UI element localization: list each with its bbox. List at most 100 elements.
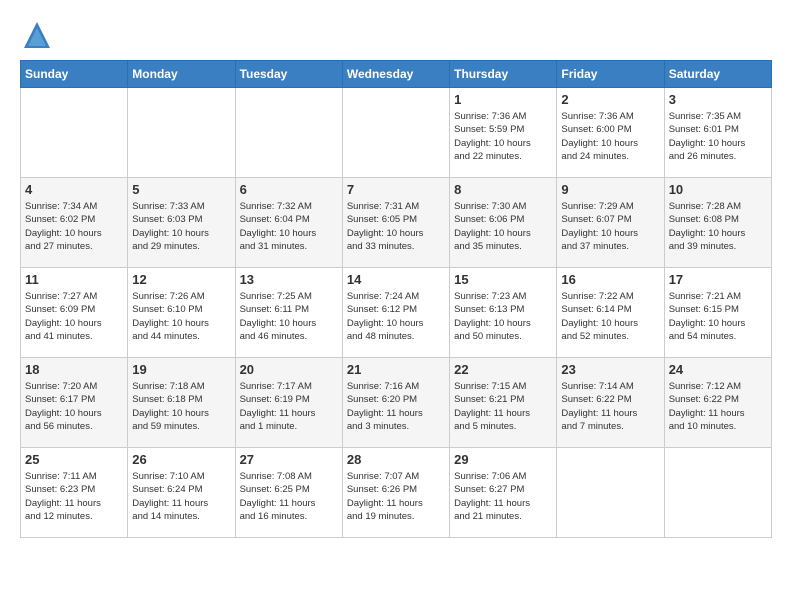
day-cell: 8 Sunrise: 7:30 AM Sunset: 6:06 PM Daylig… <box>450 178 557 268</box>
day-number: 11 <box>25 272 123 287</box>
day-cell: 17 Sunrise: 7:21 AM Sunset: 6:15 PM Dayli… <box>664 268 771 358</box>
header-monday: Monday <box>128 61 235 88</box>
day-cell: 25 Sunrise: 7:11 AM Sunset: 6:23 PM Dayli… <box>21 448 128 538</box>
day-cell <box>128 88 235 178</box>
day-info: Sunrise: 7:12 AM Sunset: 6:22 PM Dayligh… <box>669 380 767 433</box>
day-number: 21 <box>347 362 445 377</box>
day-info: Sunrise: 7:15 AM Sunset: 6:21 PM Dayligh… <box>454 380 552 433</box>
day-info: Sunrise: 7:08 AM Sunset: 6:25 PM Dayligh… <box>240 470 338 523</box>
week-row-5: 25 Sunrise: 7:11 AM Sunset: 6:23 PM Dayli… <box>21 448 772 538</box>
logo <box>20 20 52 50</box>
day-cell: 28Sunrise: 7:07 AM Sunset: 6:26 PM Dayli… <box>342 448 449 538</box>
day-number: 23 <box>561 362 659 377</box>
day-number: 6 <box>240 182 338 197</box>
header-wednesday: Wednesday <box>342 61 449 88</box>
day-info: Sunrise: 7:18 AM Sunset: 6:18 PM Dayligh… <box>132 380 230 433</box>
day-number: 12 <box>132 272 230 287</box>
week-row-3: 11Sunrise: 7:27 AM Sunset: 6:09 PM Dayli… <box>21 268 772 358</box>
day-number: 14 <box>347 272 445 287</box>
header-saturday: Saturday <box>664 61 771 88</box>
week-row-1: 1Sunrise: 7:36 AM Sunset: 5:59 PM Daylig… <box>21 88 772 178</box>
calendar-table: SundayMondayTuesdayWednesdayThursdayFrid… <box>20 60 772 538</box>
day-number: 8 <box>454 182 552 197</box>
day-number: 19 <box>132 362 230 377</box>
day-info: Sunrise: 7:20 AM Sunset: 6:17 PM Dayligh… <box>25 380 123 433</box>
header-tuesday: Tuesday <box>235 61 342 88</box>
day-info: Sunrise: 7:31 AM Sunset: 6:05 PM Dayligh… <box>347 200 445 253</box>
day-info: Sunrise: 7:17 AM Sunset: 6:19 PM Dayligh… <box>240 380 338 433</box>
day-number: 29 <box>454 452 552 467</box>
day-cell: 6 Sunrise: 7:32 AM Sunset: 6:04 PM Daylig… <box>235 178 342 268</box>
day-info: Sunrise: 7:25 AM Sunset: 6:11 PM Dayligh… <box>240 290 338 343</box>
day-cell: 15 Sunrise: 7:23 AM Sunset: 6:13 PM Dayli… <box>450 268 557 358</box>
header-sunday: Sunday <box>21 61 128 88</box>
day-cell: 24Sunrise: 7:12 AM Sunset: 6:22 PM Dayli… <box>664 358 771 448</box>
logo-text <box>20 20 52 50</box>
day-cell <box>664 448 771 538</box>
day-number: 10 <box>669 182 767 197</box>
day-number: 3 <box>669 92 767 107</box>
day-cell: 20 Sunrise: 7:17 AM Sunset: 6:19 PM Dayli… <box>235 358 342 448</box>
calendar-header-row: SundayMondayTuesdayWednesdayThursdayFrid… <box>21 61 772 88</box>
day-info: Sunrise: 7:36 AM Sunset: 6:00 PM Dayligh… <box>561 110 659 163</box>
day-number: 17 <box>669 272 767 287</box>
day-info: Sunrise: 7:32 AM Sunset: 6:04 PM Dayligh… <box>240 200 338 253</box>
logo-icon <box>22 20 52 50</box>
day-number: 2 <box>561 92 659 107</box>
day-info: Sunrise: 7:33 AM Sunset: 6:03 PM Dayligh… <box>132 200 230 253</box>
day-cell: 29 Sunrise: 7:06 AM Sunset: 6:27 PM Dayli… <box>450 448 557 538</box>
day-cell <box>21 88 128 178</box>
day-cell: 4 Sunrise: 7:34 AM Sunset: 6:02 PM Daylig… <box>21 178 128 268</box>
day-info: Sunrise: 7:29 AM Sunset: 6:07 PM Dayligh… <box>561 200 659 253</box>
day-info: Sunrise: 7:21 AM Sunset: 6:15 PM Dayligh… <box>669 290 767 343</box>
day-info: Sunrise: 7:11 AM Sunset: 6:23 PM Dayligh… <box>25 470 123 523</box>
day-number: 22 <box>454 362 552 377</box>
day-number: 20 <box>240 362 338 377</box>
day-cell: 18Sunrise: 7:20 AM Sunset: 6:17 PM Dayli… <box>21 358 128 448</box>
day-number: 1 <box>454 92 552 107</box>
day-number: 7 <box>347 182 445 197</box>
day-cell: 21 Sunrise: 7:16 AM Sunset: 6:20 PM Dayli… <box>342 358 449 448</box>
day-info: Sunrise: 7:16 AM Sunset: 6:20 PM Dayligh… <box>347 380 445 433</box>
day-cell: 11Sunrise: 7:27 AM Sunset: 6:09 PM Dayli… <box>21 268 128 358</box>
day-info: Sunrise: 7:06 AM Sunset: 6:27 PM Dayligh… <box>454 470 552 523</box>
day-cell: 16 Sunrise: 7:22 AM Sunset: 6:14 PM Dayli… <box>557 268 664 358</box>
day-info: Sunrise: 7:22 AM Sunset: 6:14 PM Dayligh… <box>561 290 659 343</box>
header-friday: Friday <box>557 61 664 88</box>
day-info: Sunrise: 7:10 AM Sunset: 6:24 PM Dayligh… <box>132 470 230 523</box>
day-info: Sunrise: 7:28 AM Sunset: 6:08 PM Dayligh… <box>669 200 767 253</box>
day-info: Sunrise: 7:35 AM Sunset: 6:01 PM Dayligh… <box>669 110 767 163</box>
day-number: 25 <box>25 452 123 467</box>
day-cell <box>342 88 449 178</box>
day-cell: 22 Sunrise: 7:15 AM Sunset: 6:21 PM Dayli… <box>450 358 557 448</box>
day-cell: 23Sunrise: 7:14 AM Sunset: 6:22 PM Dayli… <box>557 358 664 448</box>
day-cell: 5 Sunrise: 7:33 AM Sunset: 6:03 PM Daylig… <box>128 178 235 268</box>
day-info: Sunrise: 7:34 AM Sunset: 6:02 PM Dayligh… <box>25 200 123 253</box>
day-number: 15 <box>454 272 552 287</box>
day-number: 9 <box>561 182 659 197</box>
week-row-4: 18Sunrise: 7:20 AM Sunset: 6:17 PM Dayli… <box>21 358 772 448</box>
day-cell: 19 Sunrise: 7:18 AM Sunset: 6:18 PM Dayli… <box>128 358 235 448</box>
day-cell: 14Sunrise: 7:24 AM Sunset: 6:12 PM Dayli… <box>342 268 449 358</box>
day-info: Sunrise: 7:07 AM Sunset: 6:26 PM Dayligh… <box>347 470 445 523</box>
day-cell: 26Sunrise: 7:10 AM Sunset: 6:24 PM Dayli… <box>128 448 235 538</box>
day-info: Sunrise: 7:26 AM Sunset: 6:10 PM Dayligh… <box>132 290 230 343</box>
day-number: 13 <box>240 272 338 287</box>
day-cell: 7 Sunrise: 7:31 AM Sunset: 6:05 PM Daylig… <box>342 178 449 268</box>
day-number: 5 <box>132 182 230 197</box>
week-row-2: 4 Sunrise: 7:34 AM Sunset: 6:02 PM Daylig… <box>21 178 772 268</box>
day-cell <box>235 88 342 178</box>
day-cell: 3 Sunrise: 7:35 AM Sunset: 6:01 PM Daylig… <box>664 88 771 178</box>
day-cell: 27 Sunrise: 7:08 AM Sunset: 6:25 PM Dayli… <box>235 448 342 538</box>
day-info: Sunrise: 7:30 AM Sunset: 6:06 PM Dayligh… <box>454 200 552 253</box>
day-cell: 1Sunrise: 7:36 AM Sunset: 5:59 PM Daylig… <box>450 88 557 178</box>
day-number: 16 <box>561 272 659 287</box>
header-thursday: Thursday <box>450 61 557 88</box>
day-info: Sunrise: 7:23 AM Sunset: 6:13 PM Dayligh… <box>454 290 552 343</box>
day-cell <box>557 448 664 538</box>
day-cell: 13 Sunrise: 7:25 AM Sunset: 6:11 PM Dayli… <box>235 268 342 358</box>
day-number: 27 <box>240 452 338 467</box>
day-cell: 9 Sunrise: 7:29 AM Sunset: 6:07 PM Daylig… <box>557 178 664 268</box>
day-number: 4 <box>25 182 123 197</box>
page-header <box>20 20 772 50</box>
